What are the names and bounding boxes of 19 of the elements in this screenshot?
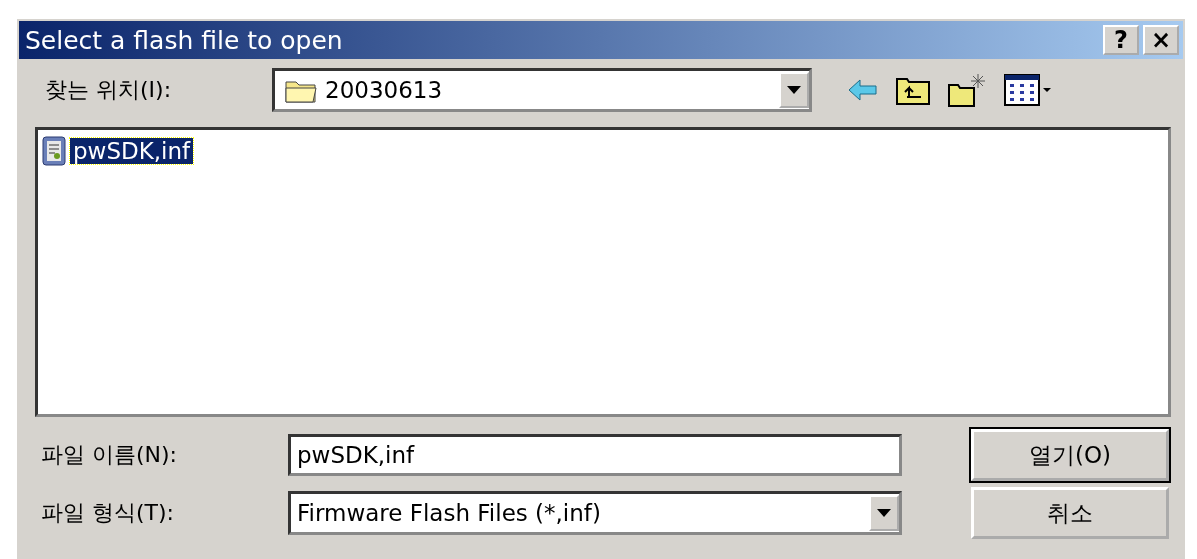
dropdown-arrow-icon [877,509,891,517]
file-item[interactable]: pwSDK,inf [70,138,194,164]
new-folder-icon[interactable] [948,73,986,107]
look-in-label: 찾는 위치(I): [45,76,173,104]
help-button[interactable]: ? [1103,25,1139,55]
open-button[interactable]: 열기(O) [971,429,1169,481]
view-menu-icon[interactable] [1004,74,1052,106]
file-type-label: 파일 형식(T): [41,499,175,527]
file-type-dropdown[interactable]: Firmware Flash Files (*,inf) [288,491,902,535]
folder-up-icon[interactable] [896,75,930,105]
dropdown-arrow-icon [787,86,801,94]
file-name-field[interactable]: pwSDK,inf [288,434,902,476]
back-arrow-icon[interactable] [848,79,878,101]
document-icon [42,136,66,166]
cancel-button[interactable]: 취소 [971,487,1169,539]
look-in-dropdown[interactable]: 20030613 [272,68,812,112]
file-name-label: 파일 이름(N): [41,441,179,469]
window-title: Select a flash file to open [25,25,344,55]
close-button[interactable]: × [1143,25,1179,55]
